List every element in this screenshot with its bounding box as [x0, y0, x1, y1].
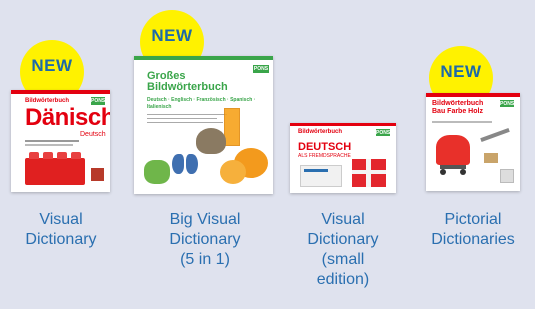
house-thumbnail [91, 168, 104, 181]
tools-image [480, 127, 510, 143]
cover-title-line-2: Bildwörterbuch [147, 81, 228, 93]
book-cover-small[interactable]: Bildwörterbuch PONS DEUTSCH ALS FREMDSPR… [290, 123, 396, 193]
book-cover-big-visual[interactable]: PONS Großes Bildwörterbuch Deutsch · Eng… [134, 56, 273, 194]
cover-subtitle: Deutsch [80, 131, 106, 138]
product-caption[interactable]: Visual Dictionary (small edition) [290, 210, 396, 290]
pons-logo: PONS [253, 65, 269, 73]
cover-title-line-1: Bildwörterbuch [432, 100, 484, 107]
caption-line: Dictionary [169, 231, 241, 248]
caption-line: Dictionary [307, 231, 379, 248]
cover-title: DEUTSCH [298, 141, 352, 153]
cover-languages: Deutsch · Englisch · Französisch · Spani… [147, 97, 256, 110]
caption-line: Dictionary [25, 231, 97, 248]
caption-line: (5 in 1) [180, 251, 230, 268]
product-caption[interactable]: Pictorial Dictionaries [418, 210, 528, 250]
product-caption[interactable]: Big Visual Dictionary (5 in 1) [150, 210, 260, 270]
caption-line: (small [321, 251, 365, 268]
lego-brick-image [25, 158, 85, 185]
caption-line: Visual [321, 211, 365, 228]
caption-line: Pictorial [444, 211, 502, 228]
juice-glass-image [224, 108, 240, 146]
cover-subtitle: ALS FREMDSPRACHE [298, 153, 351, 159]
caption-line: Visual [39, 211, 83, 228]
book-cover-danish[interactable]: Bildwörterbuch PONS Dänisch Deutsch [11, 90, 110, 192]
pons-logo: PONS [376, 129, 391, 136]
product-caption[interactable]: Visual Dictionary [9, 210, 113, 250]
lungs-image [172, 154, 184, 174]
caption-line: Dictionaries [431, 231, 515, 248]
cover-title: Dänisch [25, 104, 110, 131]
cover-title-line-2: Bau Farbe Holz [432, 108, 483, 115]
book-cover-pictorial[interactable]: Bildwörterbuch Bau Farbe Holz PONS [426, 93, 520, 191]
cat-image [196, 128, 226, 154]
pons-logo: PONS [500, 100, 515, 107]
cement-mixer-image [436, 135, 470, 165]
caption-line: edition) [316, 271, 370, 288]
caption-line: Big Visual [169, 211, 241, 228]
cover-series-label: Bildwörterbuch [298, 129, 343, 135]
